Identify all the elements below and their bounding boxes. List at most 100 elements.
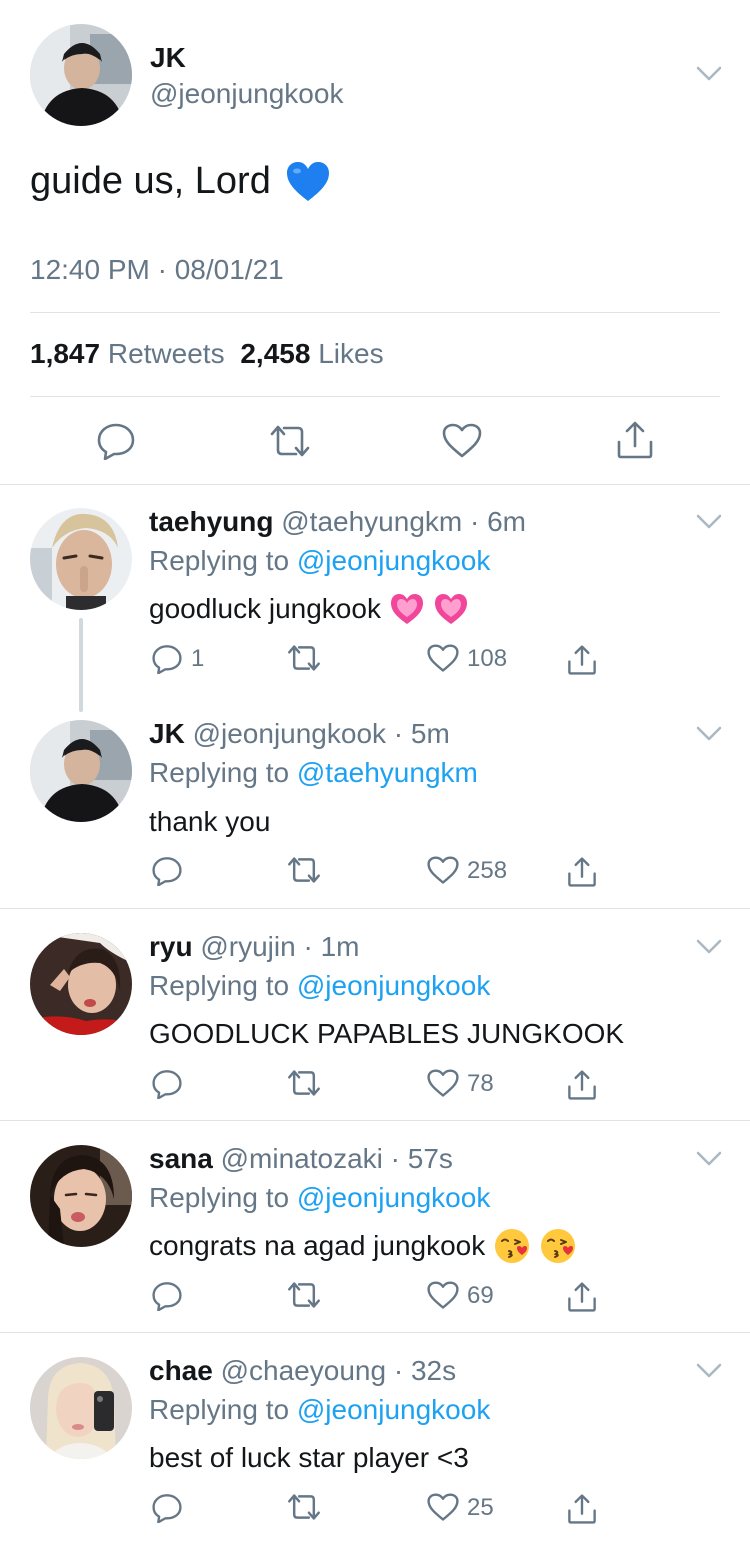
- author-handle[interactable]: @taehyungkm: [281, 506, 462, 537]
- like-action[interactable]: 25: [427, 1493, 494, 1522]
- reply-icon[interactable]: [151, 1493, 183, 1523]
- chevron-down-icon[interactable]: [696, 939, 722, 955]
- reply-tweet[interactable]: ryu @ryujin · 1m Replying to @jeonjungko…: [0, 909, 750, 1120]
- reply-icon[interactable]: [96, 422, 136, 460]
- retweet-icon[interactable]: [286, 1281, 322, 1309]
- separator-dot: ·: [386, 1355, 411, 1386]
- reply-text-content: congrats na agad jungkook: [149, 1230, 486, 1261]
- mention-link[interactable]: @jeonjungkook: [297, 1394, 490, 1425]
- reply-actions: 1 108: [149, 644, 609, 680]
- replying-label: Replying to: [149, 1182, 290, 1213]
- share-icon[interactable]: [567, 856, 597, 888]
- heart-icon[interactable]: [442, 423, 482, 459]
- author-handle[interactable]: @minatozaki: [221, 1143, 383, 1174]
- like-count: 78: [467, 1069, 494, 1097]
- retweet-icon[interactable]: [286, 856, 322, 884]
- main-tweet: JK @jeonjungkook guide us, Lord 12:40 PM…: [0, 0, 750, 484]
- likes-label[interactable]: Likes: [318, 338, 383, 369]
- replying-to: Replying to @jeonjungkook: [149, 970, 490, 1002]
- avatar[interactable]: [30, 24, 132, 126]
- reply-header: taehyung @taehyungkm · 6m: [149, 506, 526, 538]
- retweet-icon[interactable]: [286, 1069, 322, 1097]
- mention-link[interactable]: @jeonjungkook: [297, 545, 490, 576]
- share-icon[interactable]: [567, 644, 597, 676]
- reply-time[interactable]: 5m: [411, 718, 450, 749]
- avatar[interactable]: [30, 720, 132, 822]
- reply-tweet[interactable]: chae @chaeyoung · 32s Replying to @jeonj…: [0, 1333, 750, 1545]
- author-name[interactable]: chae: [149, 1355, 213, 1386]
- author-name[interactable]: taehyung: [149, 506, 273, 537]
- author-handle[interactable]: @ryujin: [200, 931, 295, 962]
- chevron-down-icon[interactable]: [696, 1151, 722, 1167]
- reply-actions: 78: [149, 1069, 609, 1105]
- author-handle[interactable]: @chaeyoung: [221, 1355, 386, 1386]
- reply-action[interactable]: 1: [151, 644, 204, 674]
- replying-label: Replying to: [149, 970, 290, 1001]
- author-name[interactable]: ryu: [149, 931, 193, 962]
- replying-to: Replying to @jeonjungkook: [149, 545, 490, 577]
- reply-time[interactable]: 32s: [411, 1355, 456, 1386]
- avatar[interactable]: [30, 1357, 132, 1459]
- kissing-face-icon: [493, 1227, 531, 1265]
- reply-tweet[interactable]: sana @minatozaki · 57s Replying to @jeon…: [0, 1121, 750, 1332]
- avatar[interactable]: [30, 933, 132, 1035]
- chevron-down-icon[interactable]: [696, 726, 722, 742]
- like-count: 69: [467, 1281, 494, 1309]
- avatar[interactable]: [30, 1145, 132, 1247]
- reply-text: best of luck star player <3: [149, 1442, 469, 1474]
- like-action[interactable]: 108: [427, 644, 507, 673]
- share-icon[interactable]: [567, 1069, 597, 1101]
- reply-header: JK @jeonjungkook · 5m: [149, 718, 450, 750]
- chevron-down-icon[interactable]: [696, 66, 722, 82]
- kissing-face-icon: [539, 1227, 577, 1265]
- share-icon[interactable]: [567, 1493, 597, 1525]
- reply-text: GOODLUCK PAPABLES JUNGKOOK: [149, 1018, 624, 1050]
- replying-to: Replying to @taehyungkm: [149, 757, 478, 789]
- reply-icon[interactable]: [151, 1069, 183, 1099]
- author-name[interactable]: sana: [149, 1143, 213, 1174]
- retweets-count[interactable]: 1,847: [30, 338, 100, 369]
- chevron-down-icon[interactable]: [696, 1363, 722, 1379]
- avatar[interactable]: [30, 508, 132, 610]
- reply-actions: 25: [149, 1493, 609, 1529]
- mention-link[interactable]: @taehyungkm: [297, 757, 478, 788]
- separator-dot: ·: [462, 506, 488, 537]
- reply-time[interactable]: 1m: [321, 931, 360, 962]
- like-count: 108: [467, 644, 508, 672]
- like-action[interactable]: 258: [427, 856, 507, 885]
- mention-link[interactable]: @jeonjungkook: [297, 970, 490, 1001]
- retweet-icon[interactable]: [268, 424, 312, 458]
- chevron-down-icon[interactable]: [696, 514, 722, 530]
- reply-time[interactable]: 57s: [408, 1143, 453, 1174]
- like-action[interactable]: 78: [427, 1069, 494, 1098]
- author-name[interactable]: JK: [149, 718, 185, 749]
- author-name[interactable]: JK: [150, 42, 186, 74]
- share-icon[interactable]: [567, 1281, 597, 1313]
- reply-tweet[interactable]: JK @jeonjungkook · 5m Replying to @taehy…: [0, 698, 750, 908]
- like-action[interactable]: 69: [427, 1281, 494, 1310]
- retweet-icon[interactable]: [286, 1493, 322, 1521]
- growing-heart-icon: [433, 592, 469, 626]
- reply-count: 1: [191, 645, 205, 672]
- tweet-timestamp[interactable]: 12:40 PM · 08/01/21: [30, 254, 284, 286]
- reply-text-content: GOODLUCK PAPABLES JUNGKOOK: [149, 1018, 625, 1049]
- replying-to: Replying to @jeonjungkook: [149, 1394, 490, 1426]
- mention-link[interactable]: @jeonjungkook: [297, 1182, 490, 1213]
- likes-count[interactable]: 2,458: [240, 338, 310, 369]
- reply-text-content: best of luck star player <3: [149, 1442, 469, 1473]
- author-handle[interactable]: @jeonjungkook: [193, 718, 386, 749]
- share-icon[interactable]: [616, 420, 654, 460]
- reply-header: ryu @ryujin · 1m: [149, 931, 360, 963]
- divider: [30, 312, 720, 313]
- reply-header: sana @minatozaki · 57s: [149, 1143, 453, 1175]
- retweets-label[interactable]: Retweets: [108, 338, 225, 369]
- reply-time[interactable]: 6m: [487, 506, 526, 537]
- retweet-icon[interactable]: [286, 644, 322, 672]
- reply-tweet[interactable]: taehyung @taehyungkm · 6m Replying to @j…: [0, 484, 750, 698]
- replying-to: Replying to @jeonjungkook: [149, 1182, 490, 1214]
- replying-label: Replying to: [149, 757, 290, 788]
- reply-icon[interactable]: [151, 856, 183, 886]
- author-handle[interactable]: @jeonjungkook: [150, 78, 343, 110]
- reply-icon[interactable]: [151, 1281, 183, 1311]
- blue-heart-icon: [285, 161, 331, 203]
